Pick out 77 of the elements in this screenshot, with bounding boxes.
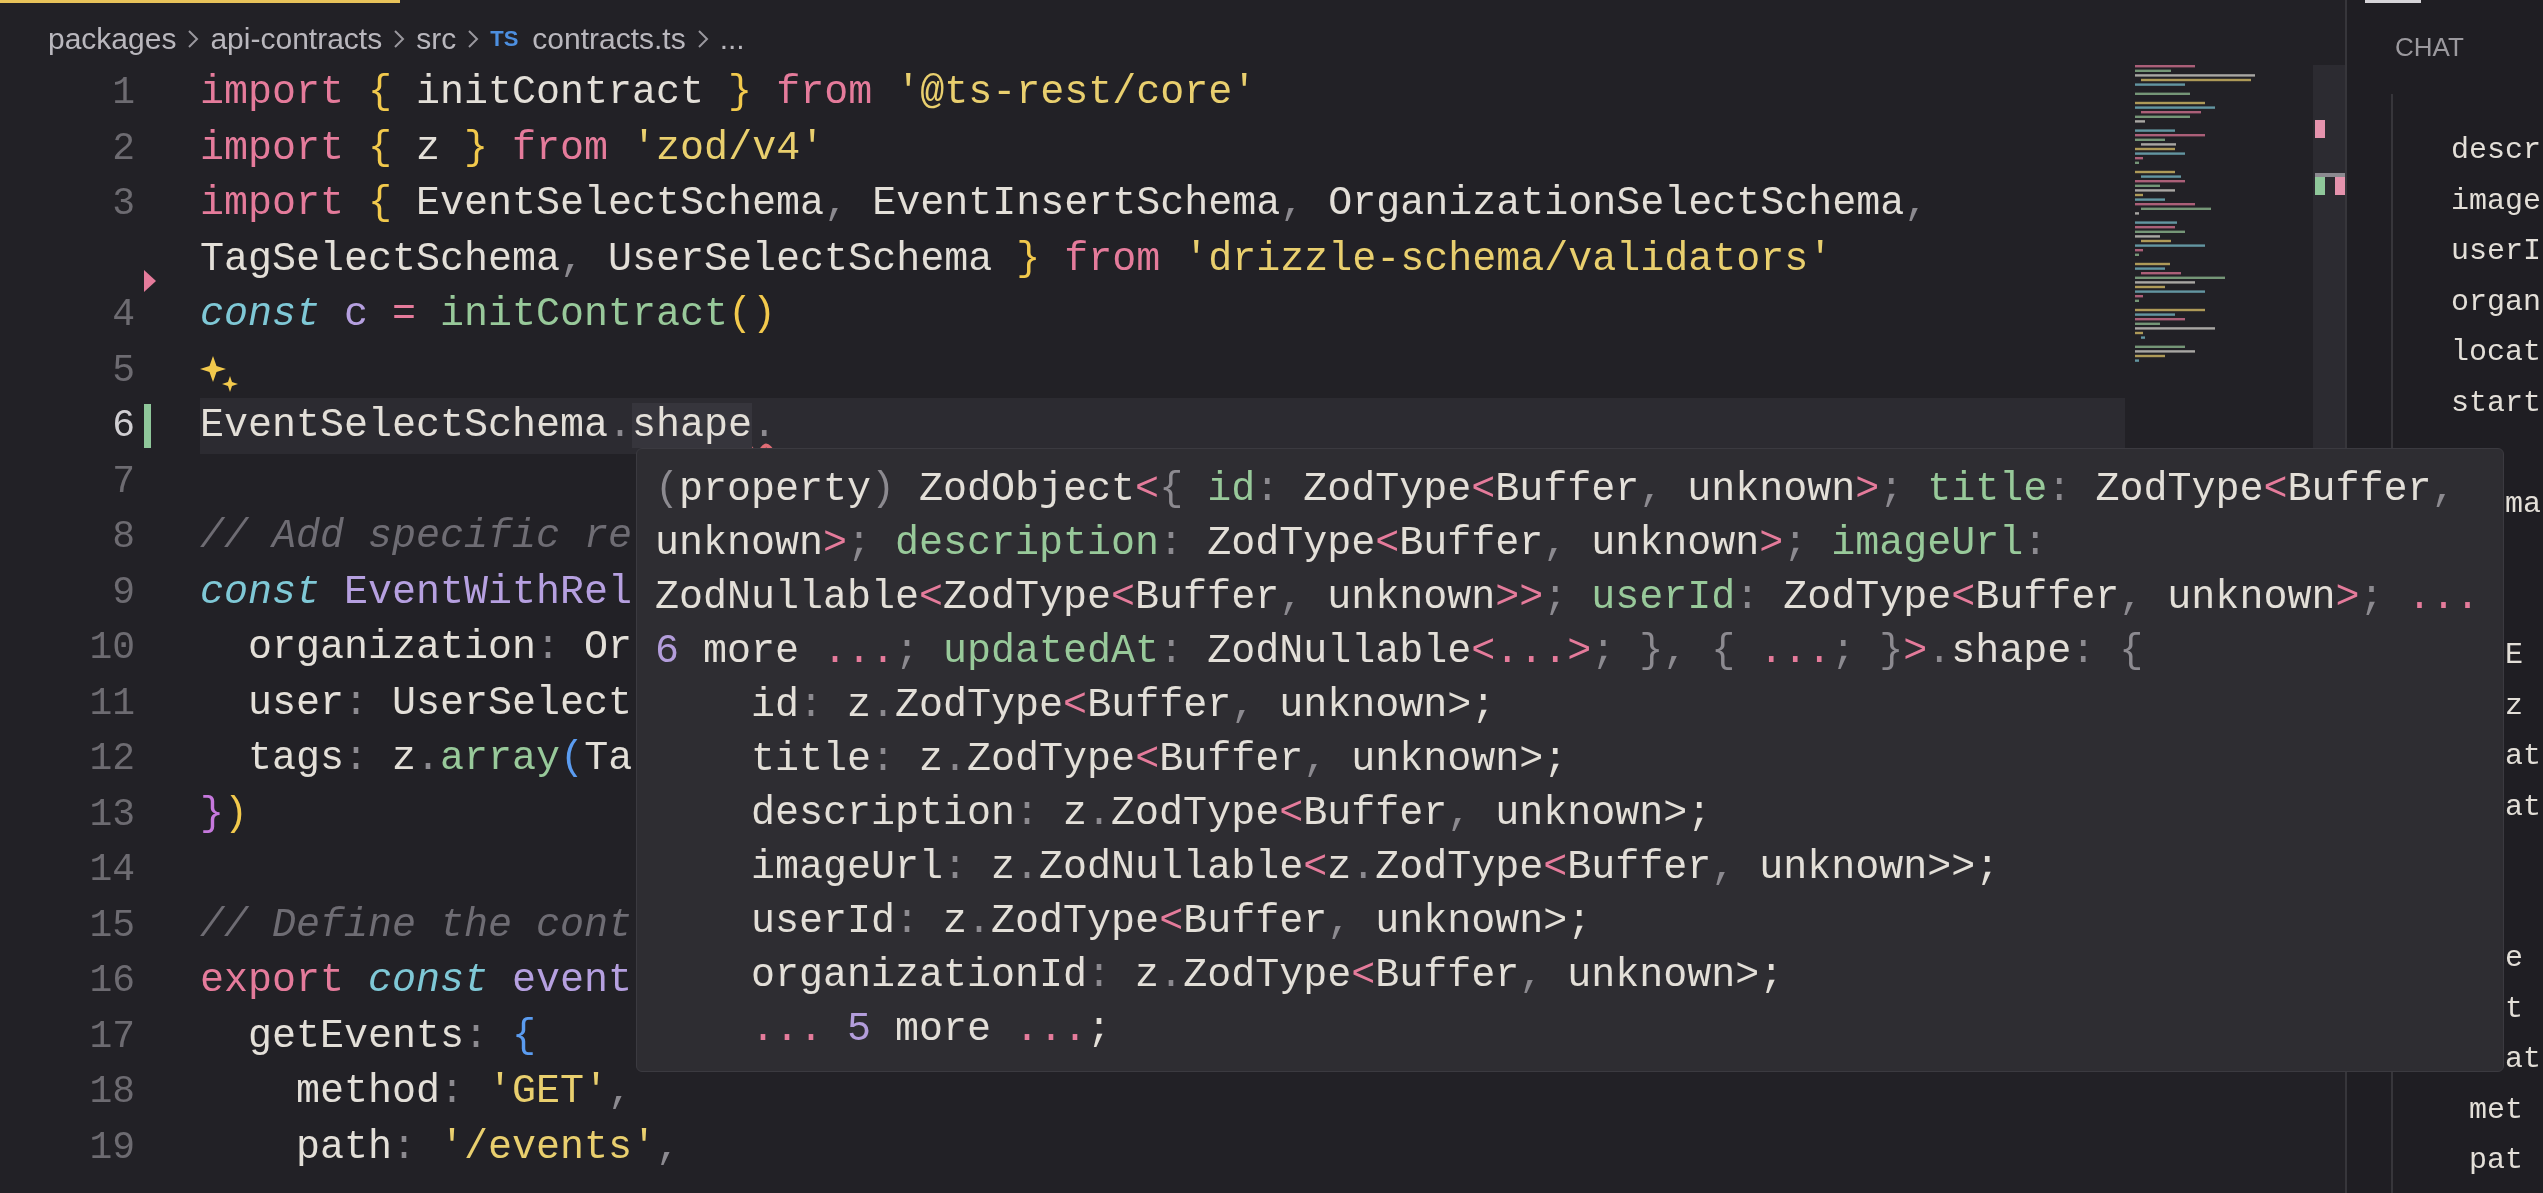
code-line: ma [2504, 485, 2542, 523]
code-line: locat [2451, 334, 2542, 371]
tooltip-line: ... 5 more ...; [750, 1006, 1113, 1054]
code-line: user: UserSelect [247, 679, 633, 728]
tooltip-line: imageUrl: z.ZodNullable<z.ZodType<Buffer, unknown>>; [750, 844, 2001, 892]
code-line: import { initContract } from '@ts-rest/core' [200, 69, 1257, 117]
change-marker [144, 404, 151, 448]
line-number: 1 [111, 70, 135, 116]
code-line: organ [2451, 283, 2542, 321]
panel-title[interactable]: CHAT [2347, 0, 2543, 94]
tooltip-line: userId: z.ZodType<Buffer, unknown>; [750, 898, 1593, 946]
code-line: EventSelectSchema.shape. [200, 402, 777, 450]
line-number: 9 [111, 569, 135, 616]
code-line: path: '/events', [295, 1123, 681, 1172]
line-number: 8 [111, 514, 135, 560]
line-number: 2 [111, 125, 135, 172]
code-line: at [2504, 1041, 2542, 1078]
code-line: userI [2451, 233, 2542, 270]
line-number: 11 [88, 680, 135, 727]
code-line: import { EventSelectSchema, EventInsertSchema, OrganizationSelectSchema, [200, 180, 1929, 228]
code-line: at [2504, 788, 2542, 826]
code-line: met [2468, 1091, 2524, 1129]
tooltip-line: ZodNullable<ZodType<Buffer, unknown>>; userId: ZodType<Buffer, unknown>; ... [655, 574, 2481, 622]
code-line: getEvents: { [247, 1012, 537, 1061]
tooltip-line: unknown>; description: ZodType<Buffer, unknown>; imageUrl: [655, 520, 2049, 568]
line-number: 12 [88, 736, 135, 782]
tooltip-line: title: z.ZodType<Buffer, unknown>; [750, 736, 1569, 784]
tooltip-line: description: z.ZodType<Buffer, unknown>; [750, 790, 1713, 838]
deletion-marker-icon [144, 269, 156, 292]
line-number: 7 [111, 458, 135, 505]
breadcrumb-item[interactable]: packages [48, 21, 177, 56]
tooltip-line: 6 more ...; updatedAt: ZodNullable<...>; }, { ...; }>.shape: { [655, 628, 2145, 676]
breadcrumb-item[interactable]: ... [719, 21, 745, 56]
line-number: 4 [111, 292, 135, 338]
breadcrumb-item[interactable]: src [416, 21, 457, 56]
line-number: 14 [88, 847, 135, 893]
code-line: // Define the cont [200, 901, 633, 950]
code-line: export const event [200, 957, 633, 1005]
tooltip-line: id: z.ZodType<Buffer, unknown>; [750, 682, 1497, 730]
code-line: descr [2451, 132, 2542, 169]
tooltip-line: organizationId: z.ZodType<Buffer, unknown>; [750, 952, 1785, 1000]
code-line: e [2504, 940, 2524, 977]
file-type-icon: TS [490, 25, 519, 52]
code-line: }) [200, 790, 249, 839]
code-line: start [2451, 384, 2542, 422]
code-line: // Add specific re [200, 513, 633, 561]
code-line: image [2451, 182, 2542, 220]
code-line: import { z } from 'zod/v4' [200, 124, 825, 173]
breadcrumb-item[interactable]: contracts.ts [532, 21, 686, 56]
chevron-icon [466, 27, 481, 50]
line-number: 19 [88, 1124, 135, 1171]
line-number: 5 [111, 347, 135, 394]
code-line: tags: z.array(Ta [247, 735, 633, 783]
line-number: 10 [88, 625, 135, 671]
line-number: 16 [88, 958, 135, 1004]
code-line: z [2504, 687, 2524, 725]
code-line: TagSelectSchema, UserSelectSchema } from 'drizzle-schema/validators' [200, 235, 1833, 284]
active-tab-indicator [2365, 0, 2421, 3]
code-line: at [2504, 738, 2542, 775]
code-line: organization: Or [247, 624, 633, 672]
line-number: 17 [88, 1013, 135, 1060]
code-line: method: 'GET', [295, 1068, 633, 1116]
line-number: 6 [111, 403, 135, 449]
code-line: t [2504, 990, 2524, 1028]
chevron-icon [695, 27, 710, 50]
chevron-icon [186, 27, 201, 50]
code-line: pat [2468, 1142, 2524, 1179]
line-number: 13 [88, 791, 135, 838]
line-number: 3 [111, 181, 135, 227]
line-number: 15 [88, 902, 135, 949]
code-line: E [2504, 637, 2524, 674]
breadcrumb-item[interactable]: api-contracts [210, 21, 383, 56]
code-line: const EventWithRel [200, 568, 633, 617]
code-line: const c = initContract() [200, 291, 777, 339]
tooltip-line: (property) ZodObject<{ id: ZodType<Buffer, unknown>; title: ZodType<Buffer, [655, 466, 2457, 514]
line-number: 18 [88, 1069, 135, 1115]
chevron-icon [392, 27, 407, 50]
